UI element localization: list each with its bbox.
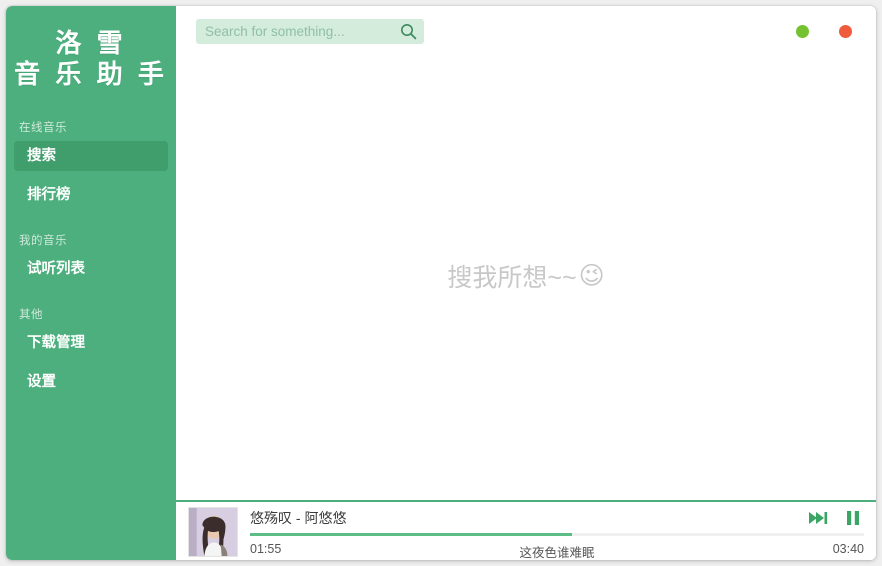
wink-face-icon: 😉 xyxy=(578,261,605,290)
next-track-icon[interactable] xyxy=(807,509,829,527)
sidebar-item-label: 试听列表 xyxy=(27,261,85,278)
app-window: 洛 雪 音 乐 助 手 在线音乐 搜索 排行榜 我的音乐 试听列表 其他 下载管… xyxy=(6,6,876,560)
nav-group-title-online-music: 在线音乐 xyxy=(19,122,67,135)
sidebar-item-label: 排行榜 xyxy=(27,187,71,204)
empty-state-text: 搜我所想~~ xyxy=(447,263,577,292)
player-bar: 悠殇叹 - 阿悠悠 01:55 这夜色谁难眠 03:40 xyxy=(176,500,876,560)
sidebar-item-label: 下载管理 xyxy=(27,335,85,352)
player-meta: 01:55 这夜色谁难眠 03:40 xyxy=(250,541,864,560)
sidebar-item-label: 设置 xyxy=(27,374,56,391)
player-controls xyxy=(807,506,864,530)
nav-group-other: 其他 下载管理 设置 xyxy=(6,306,176,397)
progress-bar-fill xyxy=(250,532,573,536)
app-logo-title: 洛 雪 音 乐 助 手 xyxy=(6,24,176,89)
now-playing-title: 悠殇叹 - 阿悠悠 xyxy=(250,509,347,526)
minimize-button[interactable] xyxy=(796,24,809,38)
brand-line-2: 音 乐 助 手 xyxy=(14,58,168,89)
progress-bar[interactable] xyxy=(250,532,864,536)
total-time: 03:40 xyxy=(832,541,864,556)
main-panel: 搜我所想~~ 😉 悠殇叹 - 阿悠悠 xyxy=(176,6,876,560)
lyric-line: 这夜色谁难眠 xyxy=(519,545,595,560)
sidebar-item-search[interactable]: 搜索 xyxy=(14,141,168,172)
sidebar-item-label: 搜索 xyxy=(27,148,56,165)
top-bar xyxy=(176,6,876,56)
nav-group-title-other: 其他 xyxy=(19,309,43,322)
empty-state-hint: 搜我所想~~ 😉 xyxy=(447,258,604,294)
pause-icon[interactable] xyxy=(842,509,864,527)
sidebar-item-playlist[interactable]: 试听列表 xyxy=(14,254,168,284)
window-controls xyxy=(796,6,852,56)
brand-line-1: 洛 雪 xyxy=(55,28,127,58)
sidebar-item-ranking[interactable]: 排行榜 xyxy=(14,180,168,210)
search-box[interactable] xyxy=(196,18,424,44)
album-art xyxy=(188,507,238,557)
search-input[interactable] xyxy=(196,18,424,44)
nav-group-online-music: 在线音乐 搜索 排行榜 xyxy=(6,119,176,210)
sidebar-item-download-manager[interactable]: 下载管理 xyxy=(14,328,168,358)
player-main: 悠殇叹 - 阿悠悠 01:55 这夜色谁难眠 03:40 xyxy=(250,506,876,560)
close-button[interactable] xyxy=(839,24,852,38)
nav-group-title-my-music: 我的音乐 xyxy=(19,235,67,248)
sidebar-item-settings[interactable]: 设置 xyxy=(14,367,168,397)
nav-group-my-music: 我的音乐 试听列表 xyxy=(6,232,176,284)
content-area: 搜我所想~~ 😉 xyxy=(176,56,876,560)
sidebar: 洛 雪 音 乐 助 手 在线音乐 搜索 排行榜 我的音乐 试听列表 其他 下载管… xyxy=(6,6,176,560)
